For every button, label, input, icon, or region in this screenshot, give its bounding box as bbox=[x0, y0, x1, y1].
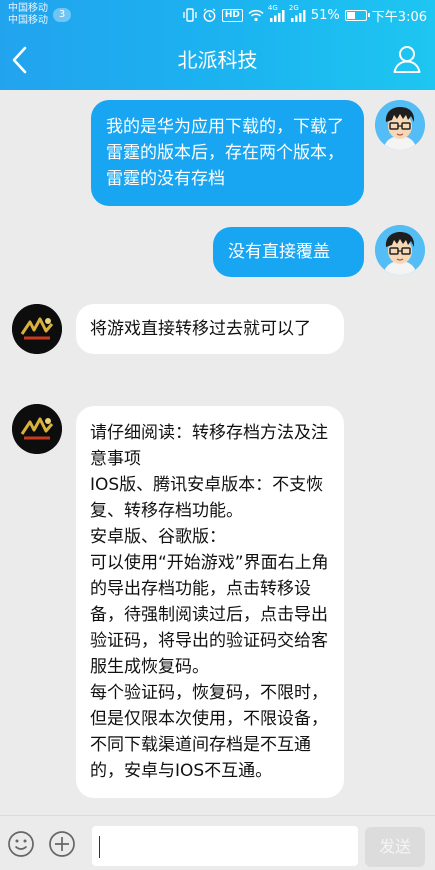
message-text: 我的是华为应用下载的，下载了雷霆的版本后，存在两个版本，雷霆的没有存档 bbox=[106, 117, 344, 189]
send-button[interactable]: 发送 bbox=[365, 827, 425, 867]
message-bubble-outgoing[interactable]: 没有直接覆盖 bbox=[213, 227, 364, 277]
person-icon bbox=[393, 46, 421, 73]
clock: 下午3:06 bbox=[371, 9, 427, 25]
chevron-left-icon bbox=[12, 46, 27, 74]
service-avatar[interactable] bbox=[12, 304, 62, 354]
vibrate-icon bbox=[183, 8, 197, 22]
message-bubble-incoming[interactable]: 请仔细阅读：转移存档方法及注意事项 IOS版、腾讯安卓版本：不支恢复、转移存档功… bbox=[76, 406, 344, 798]
alarm-icon bbox=[202, 7, 217, 23]
input-bar: 发送 bbox=[0, 815, 435, 870]
back-button[interactable] bbox=[0, 30, 40, 90]
battery-level bbox=[346, 11, 356, 19]
carrier-2: 中国移动 bbox=[8, 15, 48, 26]
message-text: 请仔细阅读：转移存档方法及注意事项 IOS版、腾讯安卓版本：不支恢复、转移存档功… bbox=[90, 423, 329, 781]
message-list[interactable]: 我的是华为应用下载的，下载了雷霆的版本后，存在两个版本，雷霆的没有存档 没有直接… bbox=[0, 90, 435, 815]
plus-icon[interactable] bbox=[48, 830, 76, 858]
battery-icon bbox=[344, 9, 370, 21]
battery-percent: 51% bbox=[310, 7, 340, 23]
profile-button[interactable] bbox=[389, 41, 425, 77]
service-avatar[interactable] bbox=[12, 404, 62, 454]
carrier-1: 中国移动 bbox=[8, 3, 48, 14]
signal-1-icon: 4G bbox=[268, 4, 285, 22]
chat-title: 北派科技 bbox=[177, 48, 258, 72]
status-bar: 中国移动 中国移动 3 HD 4G 2G 51% 下午3:06 bbox=[0, 0, 435, 30]
message-bubble-incoming[interactable]: 将游戏直接转移过去就可以了 bbox=[76, 304, 344, 354]
carrier-info: 中国移动 中国移动 bbox=[8, 3, 48, 27]
text-caret bbox=[99, 836, 100, 858]
header-bar: 中国移动 中国移动 3 HD 4G 2G 51% 下午3:06 北派科技 bbox=[0, 0, 435, 90]
message-input[interactable] bbox=[92, 826, 358, 866]
message-bubble-outgoing[interactable]: 我的是华为应用下载的，下载了雷霆的版本后，存在两个版本，雷霆的没有存档 bbox=[91, 100, 364, 206]
message-text: 没有直接覆盖 bbox=[228, 242, 330, 262]
message-text: 将游戏直接转移过去就可以了 bbox=[90, 319, 311, 339]
nav-bar: 北派科技 bbox=[0, 30, 435, 90]
my-avatar[interactable] bbox=[375, 225, 425, 275]
my-avatar[interactable] bbox=[375, 100, 425, 150]
wifi-icon bbox=[248, 9, 264, 22]
notification-count-badge: 3 bbox=[53, 8, 71, 22]
signal-2-icon: 2G bbox=[289, 4, 306, 22]
smiley-icon[interactable] bbox=[7, 830, 35, 858]
hd-voice-badge: HD bbox=[221, 8, 243, 22]
status-icons: HD 4G 2G 51% 下午3:06 bbox=[183, 4, 427, 25]
